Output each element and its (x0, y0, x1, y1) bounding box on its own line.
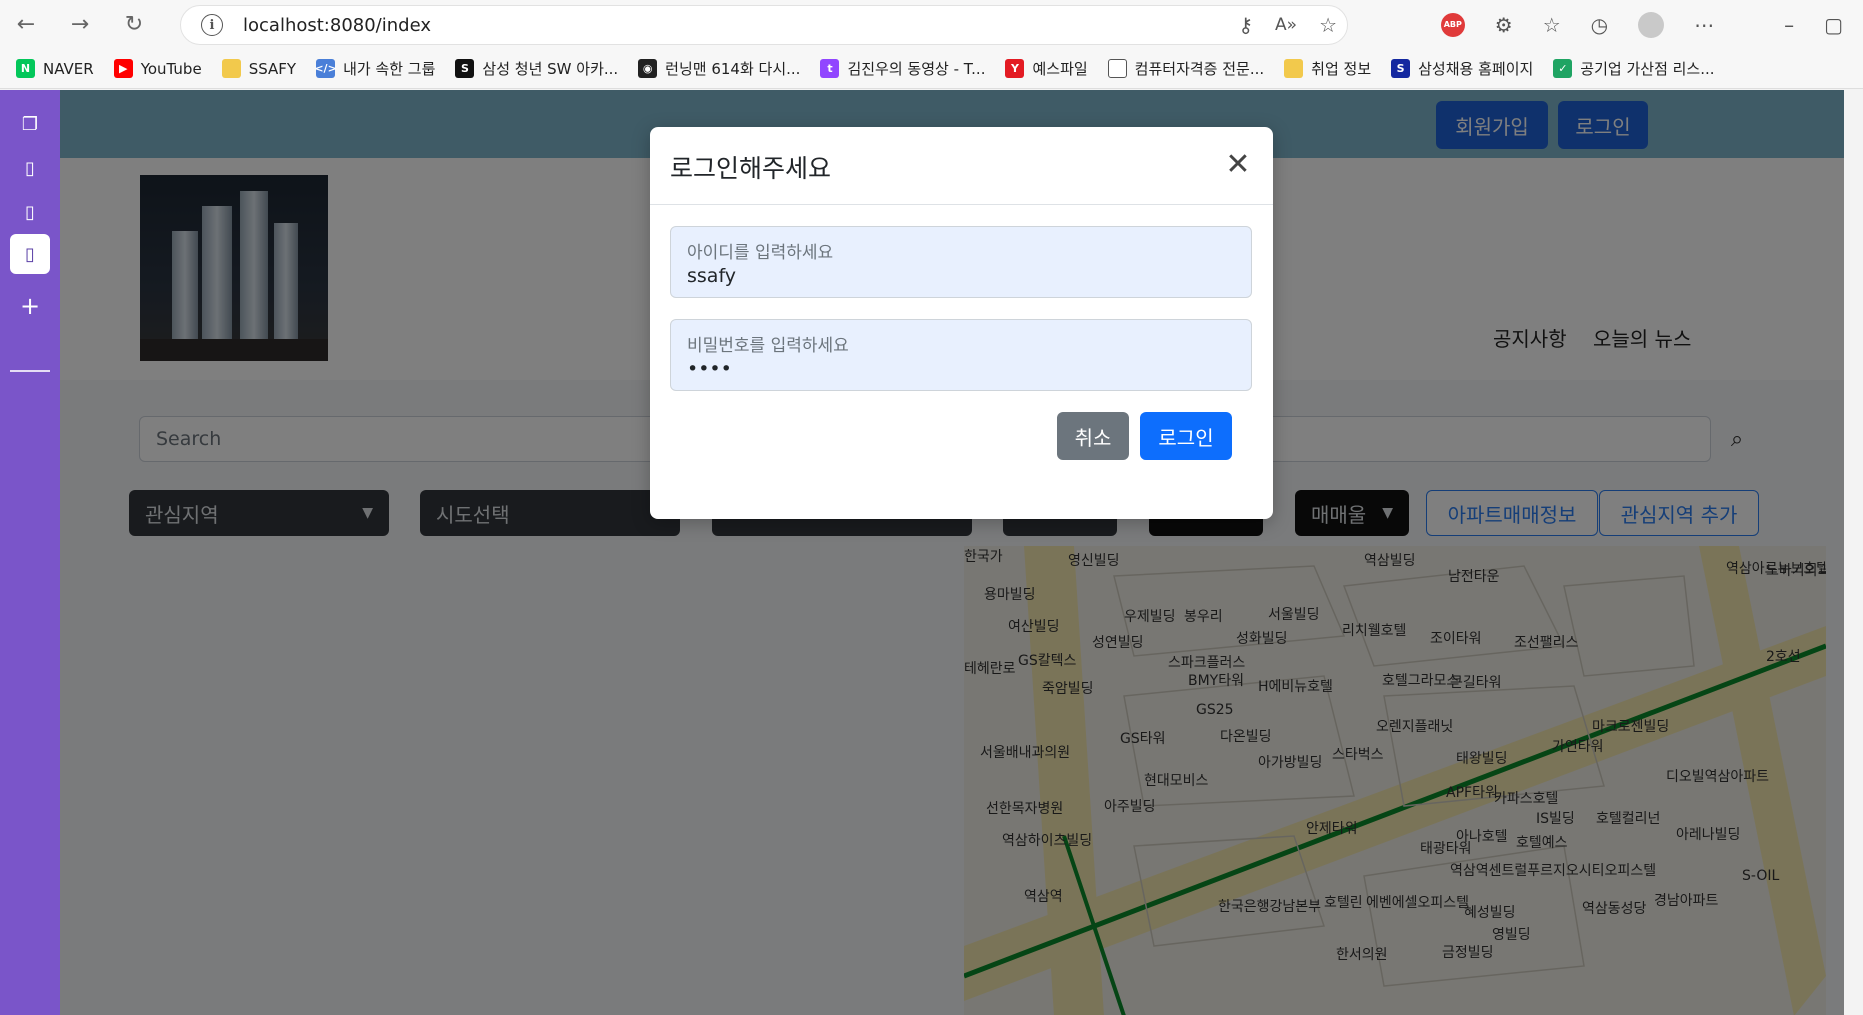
more-menu-icon[interactable]: ⋯ (1694, 13, 1714, 37)
bookmark-favicon-icon: t (820, 59, 840, 78)
bookmark-favicon-icon (221, 59, 241, 78)
modal-header: 로그인해주세요 ✕ (650, 127, 1273, 205)
bookmark-favicon-icon: ✓ (1553, 59, 1573, 78)
bookmark-label: 런닝맨 614화 다시... (665, 60, 801, 78)
bookmark-label: 내가 속한 그룹 (343, 60, 436, 78)
password-field[interactable]: 비밀번호를 입력하세요 •••• (670, 319, 1252, 391)
bookmark-favicon-icon: ◉ (638, 59, 658, 78)
history-icon[interactable]: ◷ (1591, 13, 1608, 37)
cancel-button[interactable]: 취소 (1057, 412, 1129, 460)
close-icon[interactable]: ✕ (1221, 147, 1255, 182)
address-url[interactable]: localhost:8080/index (243, 15, 431, 36)
favorites-icon[interactable]: ☆ (1543, 13, 1561, 37)
password-label: 비밀번호를 입력하세요 (687, 336, 849, 356)
modal-title: 로그인해주세요 (670, 154, 832, 183)
reload-icon[interactable]: ↻ (118, 9, 150, 41)
key-icon[interactable]: ⚷ (1238, 13, 1253, 37)
vertical-tab-strip: ❐ ▯ ▯ ▯ + (0, 90, 60, 1015)
bookmark-favicon-icon: </> (314, 59, 337, 78)
minimize-icon[interactable]: – (1784, 13, 1794, 37)
tab-page-icon-active[interactable]: ▯ (10, 234, 50, 274)
bookmark-item[interactable]: Y 예스파일 (1005, 58, 1088, 79)
bookmark-label: 김진우의 동영상 - T... (847, 60, 986, 78)
bookmark-favicon-icon: S (455, 59, 475, 78)
bookmark-label: NAVER (43, 59, 94, 78)
bookmark-item[interactable]: 취업 정보 (1284, 58, 1371, 79)
bookmark-favicon-icon (1284, 59, 1304, 78)
bookmark-favicon-icon: N (16, 59, 35, 78)
bookmark-item[interactable]: S 삼성 청년 SW 아카... (455, 58, 618, 79)
userid-field[interactable]: 아이디를 입력하세요 ssafy (670, 226, 1252, 298)
password-value[interactable]: •••• (687, 358, 732, 380)
tab-actions-icon[interactable]: ❐ (10, 104, 50, 144)
bookmark-label: SSAFY (248, 59, 297, 78)
bookmark-label: 컴퓨터자격증 전문... (1134, 60, 1265, 78)
address-bar[interactable]: i localhost:8080/index ⚷ A» ☆ (180, 5, 1348, 45)
adblock-icon[interactable]: ABP (1440, 12, 1465, 37)
bookmark-label: 예스파일 (1032, 60, 1088, 78)
bookmark-label: YouTube (140, 59, 202, 78)
bookmarks-bar: N NAVER ▶ YouTube SSAFY </> 내가 속한 그룹 S 삼성 청년 SW … (0, 49, 1863, 89)
tab-divider (10, 370, 50, 372)
bookmark-item[interactable]: S 삼성채용 홈페이지 (1391, 58, 1533, 79)
bookmark-item[interactable]: 컴퓨터자격증 전문... (1107, 58, 1265, 79)
browser-toolbar: ← → ↻ i localhost:8080/index ⚷ A» ☆ ABP … (0, 0, 1863, 49)
login-modal: 로그인해주세요 ✕ 아이디를 입력하세요 ssafy 비밀번호를 입력하세요 •… (650, 127, 1273, 519)
forward-arrow-icon[interactable]: → (64, 9, 96, 41)
userid-label: 아이디를 입력하세요 (687, 243, 834, 263)
bookmark-favicon-icon: ▶ (113, 59, 133, 78)
profile-avatar[interactable] (1638, 11, 1665, 38)
read-aloud-icon[interactable]: A» (1275, 15, 1297, 35)
tab-page-icon[interactable]: ▯ (10, 148, 50, 188)
bookmark-item[interactable]: ✓ 공기업 가산점 리스... (1553, 58, 1715, 79)
bookmark-label: 삼성채용 홈페이지 (1418, 60, 1534, 78)
extensions-icon[interactable]: ⚙ (1495, 13, 1513, 37)
bookmark-favicon-icon: Y (1005, 59, 1025, 78)
bookmark-item[interactable]: </> 내가 속한 그룹 (314, 58, 436, 79)
site-info-icon[interactable]: i (201, 14, 223, 36)
tab-page-icon[interactable]: ▯ (10, 192, 50, 232)
bookmark-label: 삼성 청년 SW 아카... (482, 60, 619, 78)
bookmark-item[interactable]: N NAVER (16, 59, 94, 78)
bookmark-label: 취업 정보 (1311, 60, 1372, 78)
login-submit-button[interactable]: 로그인 (1140, 412, 1232, 460)
bookmark-favicon-icon: S (1391, 59, 1411, 78)
new-tab-icon[interactable]: + (10, 286, 50, 326)
bookmark-item[interactable]: SSAFY (221, 59, 297, 78)
back-arrow-icon[interactable]: ← (10, 9, 42, 41)
bookmark-item[interactable]: ◉ 런닝맨 614화 다시... (638, 58, 800, 79)
restore-icon[interactable]: ▢ (1824, 13, 1843, 37)
bookmark-label: 공기업 가산점 리스... (1580, 60, 1715, 78)
bookmark-favicon-icon (1107, 59, 1127, 78)
bookmark-item[interactable]: t 김진우의 동영상 - T... (820, 58, 985, 79)
userid-value[interactable]: ssafy (687, 265, 736, 287)
add-favorite-icon[interactable]: ☆ (1319, 13, 1337, 37)
bookmark-item[interactable]: ▶ YouTube (113, 59, 202, 78)
